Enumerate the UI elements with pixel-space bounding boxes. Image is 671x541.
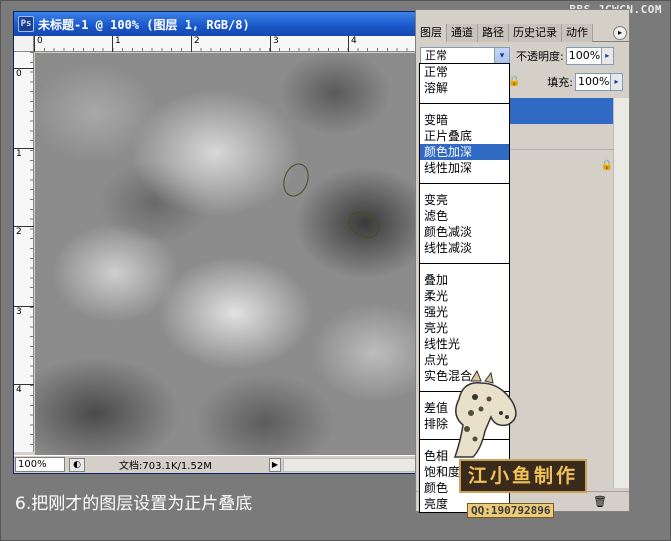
layer-lock-icon: 🔒 <box>600 160 613 171</box>
horizontal-scrollbar[interactable] <box>283 457 432 472</box>
layers-scrollbar[interactable] <box>613 98 629 488</box>
tutorial-caption: 6.把刚才的图层设置为正片叠底 <box>15 494 253 514</box>
blend-group: 变亮 滤色 颜色减淡 线性减淡 <box>420 192 509 256</box>
blend-option-hard-light[interactable]: 强光 <box>420 304 509 320</box>
blend-mode-value: 正常 <box>425 49 447 62</box>
blend-option-darken[interactable]: 变暗 <box>420 112 509 128</box>
layer-row[interactable] <box>510 126 627 150</box>
blend-option-linear-dodge[interactable]: 线性减淡 <box>420 240 509 256</box>
tab-history[interactable]: 历史记录 <box>509 24 562 42</box>
ruler-h-label: 2 <box>191 36 200 52</box>
clouds-canvas[interactable] <box>35 53 433 457</box>
document-size-info: 文档:703.1K/1.52M <box>119 461 212 472</box>
blend-option-linear-light[interactable]: 线性光 <box>420 336 509 352</box>
blend-option-overlay[interactable]: 叠加 <box>420 272 509 288</box>
ruler-origin[interactable] <box>14 36 34 52</box>
blend-option-multiply[interactable]: 正片叠底 <box>420 128 509 144</box>
chevron-down-icon[interactable]: ▾ <box>494 48 509 64</box>
ruler-v-label: 2 <box>14 226 34 237</box>
selection-blob <box>278 159 314 201</box>
fill-field[interactable]: 100% <box>575 73 611 91</box>
document-status-bar: 100% ◐ 文档:703.1K/1.52M ▶ <box>14 455 432 473</box>
menu-separator <box>420 263 509 264</box>
document-window[interactable]: Ps 未标题-1 @ 100% (图层 1, RGB/8) 0 1 2 3 4 … <box>13 11 434 474</box>
blend-option-color-dodge[interactable]: 颜色减淡 <box>420 224 509 240</box>
layer-row-selected[interactable] <box>510 98 627 124</box>
trash-icon[interactable]: 🗑 <box>593 495 607 508</box>
tutorial-frame: BBS.JCWCN.COM Ps 未标题-1 @ 100% (图层 1, RGB… <box>0 0 671 541</box>
blend-group: 叠加 柔光 强光 亮光 线性光 点光 实色混合 <box>420 272 509 384</box>
ruler-v-label: 0 <box>14 68 34 79</box>
giraffe-mascot-icon <box>453 369 517 458</box>
tab-paths[interactable]: 路径 <box>478 24 509 42</box>
ruler-v-label: 4 <box>14 384 34 395</box>
fill-label: 填充: <box>547 76 573 89</box>
ruler-h-label: 0 <box>34 36 43 52</box>
document-title: 未标题-1 @ 100% (图层 1, RGB/8) <box>38 17 250 32</box>
blend-option-screen[interactable]: 滤色 <box>420 208 509 224</box>
zoom-field[interactable]: 100% <box>15 457 65 472</box>
author-logo: 江小鱼制作 <box>459 459 587 493</box>
blend-option-lighten[interactable]: 变亮 <box>420 192 509 208</box>
navigator-icon[interactable]: ◐ <box>69 457 85 472</box>
palette-tabs: 图层 通道 路径 历史记录 动作 <box>416 24 629 42</box>
palette-menu-icon[interactable]: ▸ <box>613 26 627 40</box>
blend-option-normal[interactable]: 正常 <box>420 64 509 80</box>
selection-blob <box>344 206 384 244</box>
status-menu-arrow-icon[interactable]: ▶ <box>269 457 281 472</box>
opacity-slider-arrow-icon[interactable]: ▸ <box>601 47 614 65</box>
blend-group: 变暗 正片叠底 颜色加深 线性加深 <box>420 112 509 176</box>
blend-option-soft-light[interactable]: 柔光 <box>420 288 509 304</box>
blend-option-dissolve[interactable]: 溶解 <box>420 80 509 96</box>
menu-separator <box>420 183 509 184</box>
layer-row-background[interactable]: 🔒 <box>510 154 627 182</box>
opacity-field[interactable]: 100% <box>565 47 602 65</box>
blend-group: 正常 溶解 <box>420 64 509 96</box>
tab-actions[interactable]: 动作 <box>562 24 593 42</box>
photoshop-icon: Ps <box>18 16 34 32</box>
opacity-label: 不透明度: <box>516 50 564 63</box>
ruler-h-label: 3 <box>270 36 279 52</box>
blend-option-linear-burn[interactable]: 线性加深 <box>420 160 509 176</box>
ruler-v-label: 1 <box>14 148 34 159</box>
ruler-v-label: 3 <box>14 306 34 317</box>
horizontal-ruler[interactable]: 0 1 2 3 4 <box>34 36 434 52</box>
blend-option-pin-light[interactable]: 点光 <box>420 352 509 368</box>
qq-contact: QQ:190792896 <box>467 503 555 518</box>
blend-option-vivid-light[interactable]: 亮光 <box>420 320 509 336</box>
document-titlebar[interactable]: Ps 未标题-1 @ 100% (图层 1, RGB/8) <box>14 12 432 36</box>
fill-slider-arrow-icon[interactable]: ▸ <box>611 73 623 91</box>
tab-channels[interactable]: 通道 <box>447 24 478 42</box>
menu-separator <box>420 103 509 104</box>
blend-option-color-burn[interactable]: 颜色加深 <box>420 144 509 160</box>
vertical-ruler[interactable]: 0 1 2 3 4 <box>14 52 34 452</box>
ruler-h-label: 1 <box>112 36 121 52</box>
tab-layers[interactable]: 图层 <box>416 24 447 42</box>
ruler-h-label: 4 <box>348 36 357 52</box>
